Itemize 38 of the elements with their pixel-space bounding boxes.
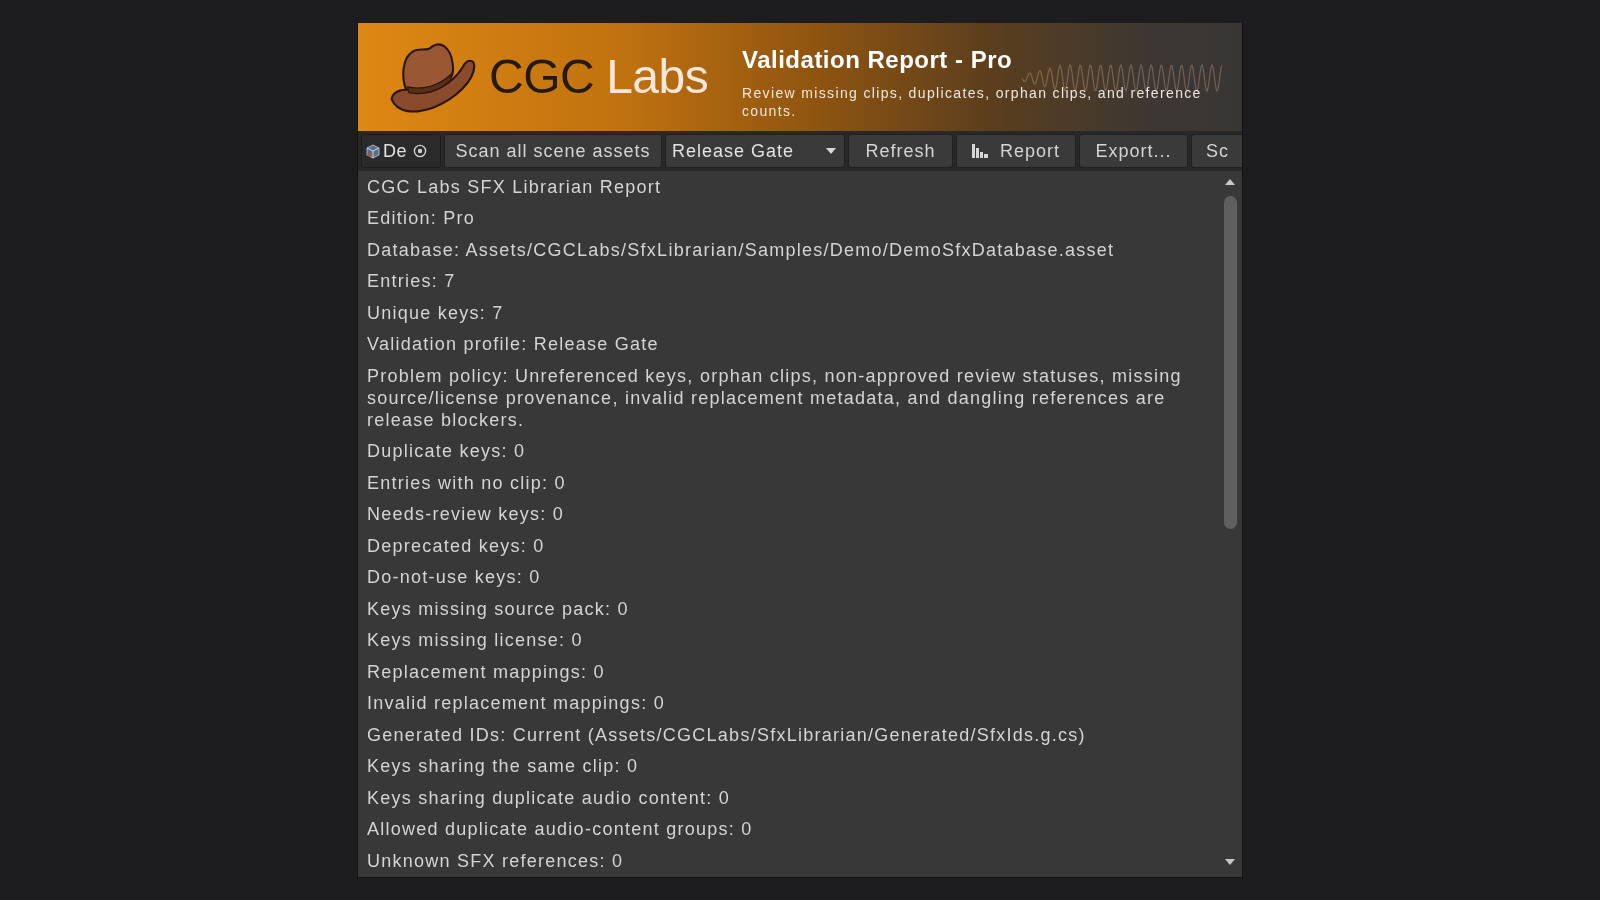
toolbar-button[interactable]: Sc bbox=[1191, 134, 1242, 168]
window-subtitle: Review missing clips, duplicates, orphan clips, and reference counts. bbox=[742, 84, 1203, 120]
scrollbar-thumb[interactable] bbox=[1223, 196, 1237, 529]
scroll-up-icon[interactable] bbox=[1225, 179, 1235, 185]
report-line: Edition: Pro bbox=[367, 207, 477, 231]
caret-icon bbox=[826, 148, 836, 154]
report-line: Deprecated keys: 0 bbox=[367, 534, 546, 558]
window-title: Validation Report - Pro bbox=[742, 45, 1014, 75]
toolbar-button[interactable]: Report bbox=[956, 134, 1076, 168]
profile-dropdown[interactable]: Release Gate bbox=[665, 134, 845, 168]
report-line: Validation profile: Release Gate bbox=[367, 333, 660, 357]
report-line: Keys sharing the same clip: 0 bbox=[367, 755, 640, 779]
report-line: Allowed duplicate audio-content groups: 0 bbox=[367, 818, 754, 842]
toolbar-button[interactable]: Refresh bbox=[848, 134, 953, 168]
report-line: Database: Assets/CGCLabs/SfxLibrarian/Samples/Demo/DemoSfxDatabase.asset bbox=[367, 238, 1116, 262]
report-line: Entries with no clip: 0 bbox=[367, 471, 567, 495]
report-line: Needs-review keys: 0 bbox=[367, 503, 566, 527]
logo-wordmark: CGC Labs bbox=[489, 49, 709, 105]
report-line: Unknown SFX references: 0 bbox=[367, 849, 625, 873]
target-icon[interactable] bbox=[413, 144, 427, 158]
report-line: Generated IDs: Current (Assets/CGCLabs/SfxLibrarian/Generated/SfxIds.g.cs) bbox=[367, 723, 1087, 747]
report-line: Duplicate keys: 0 bbox=[367, 440, 527, 464]
report-line: Replacement mappings: 0 bbox=[367, 660, 606, 684]
report-line: CGC Labs SFX Librarian Report bbox=[367, 175, 663, 199]
report-line: Invalid replacement mappings: 0 bbox=[367, 692, 666, 716]
chart-icon bbox=[972, 144, 988, 158]
report-line: Keys missing source pack: 0 bbox=[367, 597, 630, 621]
report-line: Unique keys: 7 bbox=[367, 301, 505, 325]
object-field[interactable]: De bbox=[361, 134, 441, 168]
report-line: Entries: 7 bbox=[367, 270, 457, 294]
scroll-down-icon[interactable] bbox=[1225, 858, 1235, 865]
report-line: Do-not-use keys: 0 bbox=[367, 566, 542, 590]
report-line: Problem policy: Unreferenced keys, orphan clips, non-approved review statuses, missing source/license provenance, invalid replacement metadata, and dangling references are release blockers. bbox=[367, 364, 1183, 432]
cube-icon bbox=[366, 143, 380, 159]
toolbar-button[interactable]: Scan all scene assets bbox=[444, 134, 662, 168]
report-line: Keys sharing duplicate audio content: 0 bbox=[367, 786, 731, 810]
report-line: Keys missing license: 0 bbox=[367, 629, 584, 653]
toolbar-button[interactable]: Export... bbox=[1079, 134, 1188, 168]
